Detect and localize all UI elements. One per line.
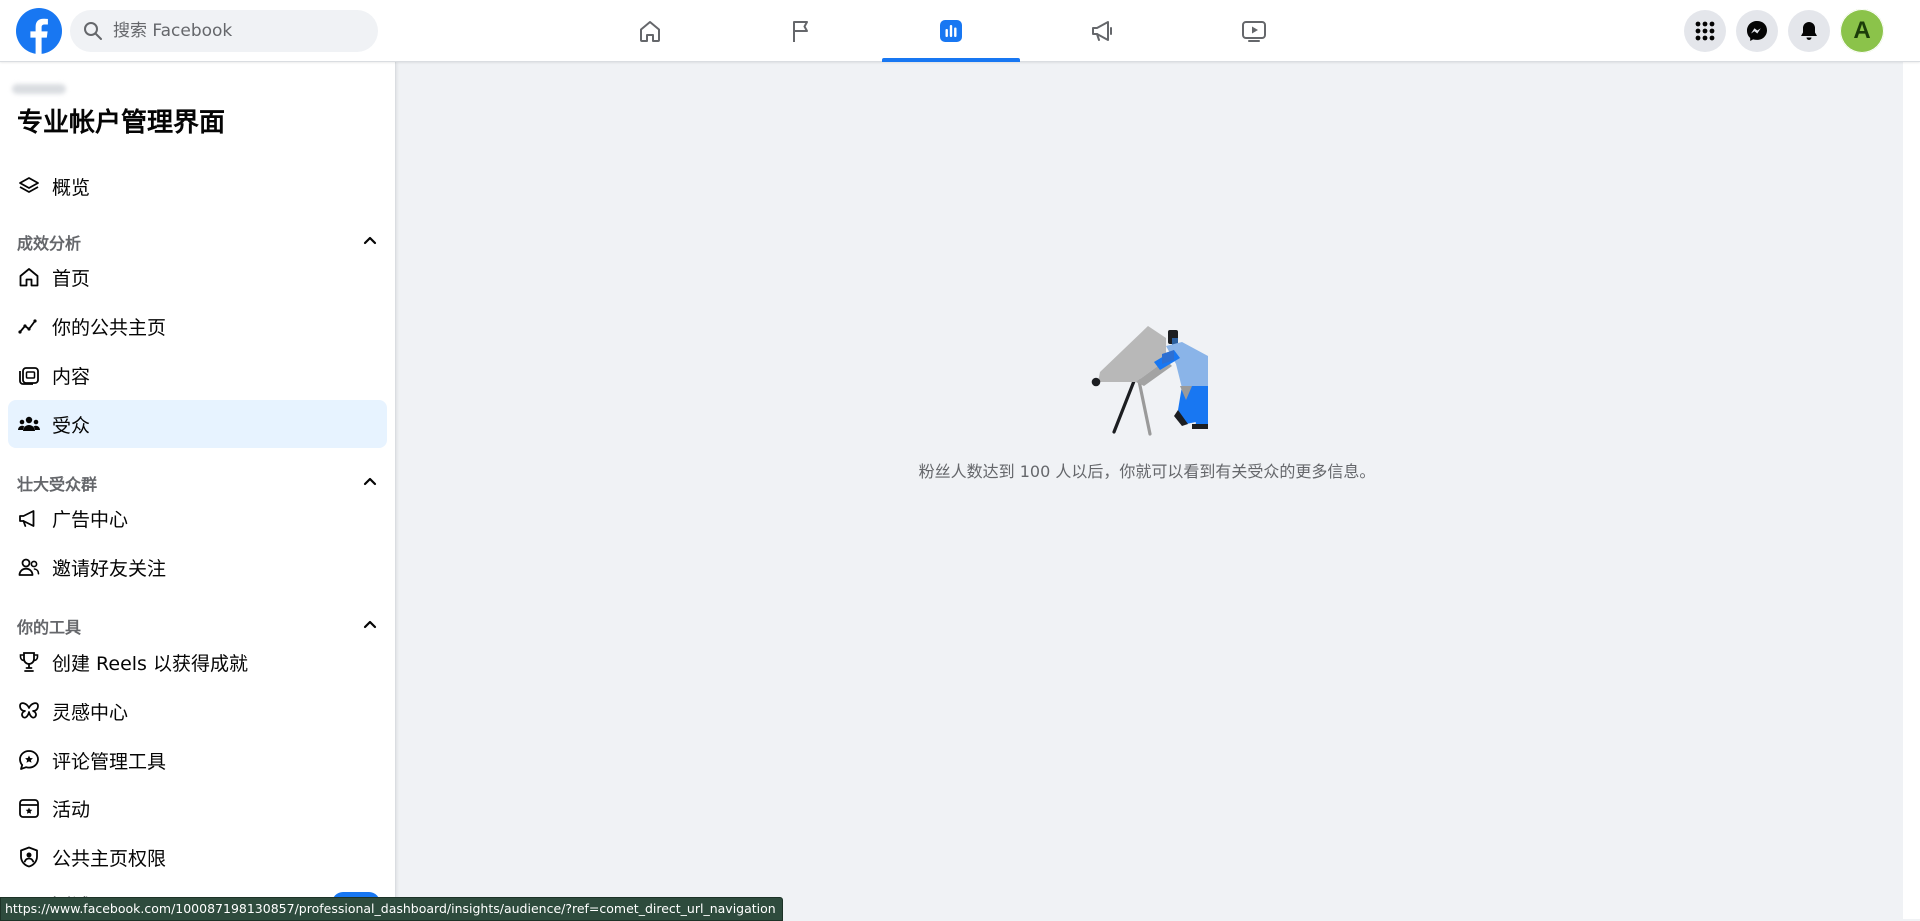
sidebar-item-label: 公共主页权限	[52, 847, 167, 870]
messenger-icon	[1747, 21, 1767, 41]
search-input[interactable]	[111, 20, 375, 42]
section-heading-your-tools: 你的工具	[17, 618, 82, 637]
sidebar-item-label: 受众	[52, 414, 91, 437]
butterfly-icon	[17, 699, 41, 723]
search-icon	[84, 22, 102, 40]
sidebar-item-label: 评论管理工具	[52, 750, 167, 773]
sidebar-item-label: 内容	[52, 365, 91, 388]
page-title: 专业帐户管理界面	[17, 108, 226, 138]
sidebar-item-label: 活动	[52, 798, 91, 821]
sidebar-item-home[interactable]: 首页	[8, 253, 387, 301]
search-box[interactable]	[70, 10, 378, 52]
nav-tab-ads[interactable]	[1034, 0, 1172, 61]
sidebar-item-page-access[interactable]: 公共主页权限	[8, 833, 387, 881]
sidebar-item-inspiration-hub[interactable]: 灵感中心	[8, 687, 387, 735]
menu-button[interactable]	[1684, 10, 1726, 52]
messenger-button[interactable]	[1736, 10, 1778, 52]
sidebar-item-label: 概览	[52, 176, 91, 199]
home-icon	[640, 20, 660, 42]
content-icon	[17, 363, 41, 387]
telescope-illustration	[1091, 326, 1208, 436]
invite-friends-icon	[17, 555, 41, 579]
sidebar-item-label: 邀请好友关注	[52, 557, 167, 580]
sidebar-item-invite-friends[interactable]: 邀请好友关注	[8, 543, 387, 591]
insights-icon	[940, 19, 962, 42]
chevron-up-icon[interactable]	[360, 230, 380, 250]
notifications-button[interactable]	[1788, 10, 1830, 52]
sidebar-item-comment-moderation[interactable]: 评论管理工具	[8, 736, 387, 784]
facebook-logo-icon[interactable]	[16, 8, 62, 54]
trophy-icon	[17, 650, 41, 674]
status-bar-url: https://www.facebook.com/100087198130857…	[0, 897, 783, 921]
sidebar-item-reels-achievements[interactable]: 创建 Reels 以获得成就	[8, 638, 387, 686]
section-heading-grow-audience: 壮大受众群	[17, 475, 98, 494]
audience-icon	[17, 412, 41, 436]
bell-icon	[1801, 22, 1817, 40]
trend-line-icon	[17, 314, 41, 338]
sidebar-item-audience[interactable]: 受众	[8, 400, 387, 448]
shield-user-icon	[17, 845, 41, 869]
sidebar-item-label: 创建 Reels 以获得成就	[52, 652, 248, 675]
nav-tab-insights[interactable]	[882, 0, 1020, 62]
sidebar-item-label: 广告中心	[52, 508, 129, 531]
calendar-star-icon	[17, 796, 41, 820]
megaphone-icon	[1092, 20, 1112, 41]
chevron-up-icon[interactable]	[360, 471, 380, 491]
comment-star-icon	[17, 748, 41, 772]
sidebar-item-ad-center[interactable]: 广告中心	[8, 494, 387, 542]
nav-tab-video[interactable]	[1185, 0, 1323, 61]
sidebar: 专业帐户管理界面 概览 成效分析 首页 你的公共主页 内容 受众 壮大受众群 广…	[0, 62, 396, 919]
top-navigation-bar: A	[0, 0, 1920, 62]
nav-tab-pages[interactable]	[732, 0, 870, 61]
sidebar-item-label: 灵感中心	[52, 701, 129, 724]
chevron-up-icon[interactable]	[360, 614, 380, 634]
scrollbar[interactable]	[1903, 0, 1920, 919]
avatar[interactable]: A	[1840, 9, 1884, 53]
nav-tab-home[interactable]	[581, 0, 719, 61]
sidebar-item-events[interactable]: 活动	[8, 784, 387, 832]
video-icon	[1242, 20, 1266, 42]
sidebar-item-content[interactable]: 内容	[8, 351, 387, 399]
megaphone-outline-icon	[17, 506, 41, 530]
sidebar-item-label: 你的公共主页	[52, 316, 167, 339]
home-outline-icon	[17, 265, 41, 289]
sidebar-item-label: 首页	[52, 267, 91, 290]
empty-state-message: 粉丝人数达到 100 人以后，你就可以看到有关受众的更多信息。	[918, 462, 1376, 481]
grid-menu-icon	[1695, 21, 1715, 41]
blurred-page-name	[12, 84, 66, 94]
flag-icon	[793, 20, 808, 42]
sidebar-item-your-page[interactable]: 你的公共主页	[8, 302, 387, 350]
section-heading-performance: 成效分析	[17, 234, 82, 253]
layers-icon	[17, 174, 41, 198]
sidebar-item-overview[interactable]: 概览	[8, 162, 387, 210]
